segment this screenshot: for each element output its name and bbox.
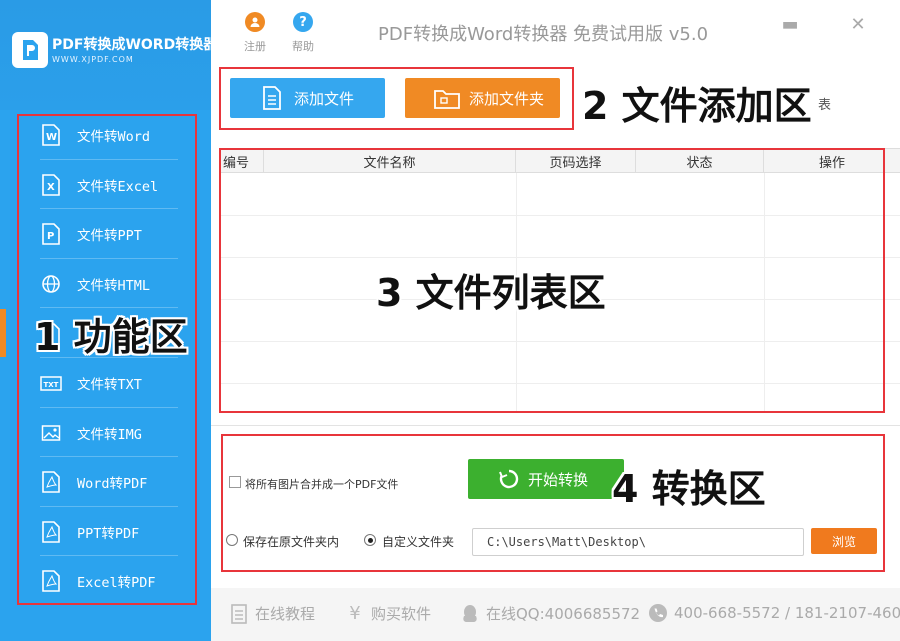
txt-icon: TXT	[40, 372, 62, 394]
sidebar-item-label: 文件转Word	[77, 128, 151, 145]
ppt-doc-icon: P	[40, 222, 62, 245]
app-logo-icon	[12, 32, 48, 68]
svg-text:W: W	[46, 132, 57, 143]
column-divider	[764, 173, 765, 413]
annotation-label-file-add-area: 2 文件添加区	[582, 84, 812, 128]
table-row	[219, 383, 900, 384]
help-button[interactable]: ? 帮助	[283, 12, 323, 56]
sidebar-item-excel-to-pdf[interactable]: Excel转PDF	[0, 556, 211, 605]
start-convert-label: 开始转换	[528, 470, 589, 489]
help-label: 帮助	[292, 40, 314, 53]
table-header: 编号 文件名称 页码选择 状态 操作	[219, 149, 900, 173]
yen-icon: ¥	[349, 603, 361, 624]
register-label: 注册	[244, 40, 266, 53]
add-file-button[interactable]: 添加文件	[230, 78, 385, 118]
sidebar-item-word-to-pdf[interactable]: Word转PDF	[0, 457, 211, 506]
sidebar-item-label: 文件转HTML	[77, 277, 151, 294]
sidebar-item-label: 文件转IMG	[77, 426, 142, 443]
word-doc-icon: W	[40, 123, 62, 146]
merge-images-checkbox[interactable]	[229, 476, 241, 488]
phone-label: 400-668-5572 / 181-2107-4602	[674, 604, 900, 622]
sidebar-item-label: Word转PDF	[77, 475, 148, 492]
sidebar-item-file-to-txt[interactable]: TXT 文件转TXT	[0, 358, 211, 407]
column-header-number: 编号	[219, 149, 264, 173]
buy-software-label: 购买软件	[371, 605, 432, 623]
pdf-doc-icon	[40, 569, 62, 592]
clear-list-link[interactable]: 表	[818, 94, 831, 113]
start-convert-button[interactable]: 开始转换	[468, 459, 624, 499]
user-icon	[245, 12, 265, 32]
column-header-status: 状态	[636, 149, 764, 173]
buy-software-link[interactable]: ¥ 购买软件	[345, 603, 431, 624]
output-path-input[interactable]	[472, 528, 804, 556]
custom-folder-radio[interactable]	[364, 534, 376, 546]
document-list-icon	[229, 603, 249, 624]
add-folder-label: 添加文件夹	[469, 89, 545, 108]
sidebar-item-label: Excel转PDF	[77, 574, 156, 591]
svg-text:P: P	[47, 231, 54, 242]
sidebar-item-ppt-to-pdf[interactable]: PPT转PDF	[0, 507, 211, 556]
sidebar-item-file-to-html[interactable]: 文件转HTML	[0, 259, 211, 308]
help-icon: ?	[293, 12, 313, 32]
save-original-radio[interactable]	[226, 534, 238, 546]
pdf-doc-icon	[40, 520, 62, 543]
table-row	[219, 257, 900, 258]
save-original-label: 保存在原文件夹内	[243, 535, 340, 549]
table-row	[219, 215, 900, 216]
image-icon	[40, 422, 62, 444]
online-tutorial-label: 在线教程	[255, 605, 316, 623]
window-title: PDF转换成Word转换器 免费试用版 v5.0	[378, 24, 709, 45]
column-header-actions: 操作	[818, 155, 845, 171]
browse-button[interactable]: 浏览	[811, 528, 877, 554]
logo-title: PDF转换成WORD转换器	[52, 37, 218, 53]
svg-text:TXT: TXT	[44, 381, 59, 389]
annotation-label-convert-area: 4 转换区	[612, 467, 766, 511]
annotation-label-function-area: 1 功能区	[34, 315, 188, 359]
sidebar-item-label: 文件转TXT	[77, 376, 142, 393]
phone-info: 400-668-5572 / 181-2107-4602	[648, 603, 900, 623]
sidebar-item-label: PPT转PDF	[77, 525, 140, 542]
sidebar-item-label: 文件转PPT	[77, 227, 142, 244]
annotation-label-file-list-area: 3 文件列表区	[376, 271, 606, 315]
logo-area: PDF转换成WORD转换器 WWW.XJPDF.COM	[0, 0, 217, 110]
phone-icon	[648, 603, 668, 623]
online-tutorial-link[interactable]: 在线教程	[229, 603, 315, 624]
sidebar-item-file-to-word[interactable]: W 文件转Word	[0, 110, 211, 159]
refresh-icon	[499, 469, 519, 489]
online-qq-link[interactable]: 在线QQ:4006685572	[460, 603, 640, 624]
column-header-filename: 文件名称	[264, 149, 516, 173]
svg-text:X: X	[47, 182, 55, 193]
add-file-label: 添加文件	[294, 89, 355, 108]
globe-icon	[40, 273, 62, 295]
sidebar-item-file-to-img[interactable]: 文件转IMG	[0, 408, 211, 457]
close-icon[interactable]: ✕	[846, 12, 870, 36]
sidebar-item-file-to-ppt[interactable]: P 文件转PPT	[0, 209, 211, 258]
online-qq-label: 在线QQ:4006685572	[486, 605, 641, 623]
document-icon	[258, 84, 286, 112]
sidebar-item-file-to-excel[interactable]: X 文件转Excel	[0, 160, 211, 209]
pdf-doc-icon	[40, 470, 62, 493]
column-header-page-selection: 页码选择	[516, 149, 636, 173]
logo-url: WWW.XJPDF.COM	[52, 55, 134, 64]
excel-doc-icon: X	[40, 173, 62, 196]
folder-icon	[433, 84, 461, 112]
table-row	[219, 341, 900, 342]
minimize-icon[interactable]: ▬	[778, 12, 802, 36]
merge-images-label: 将所有图片合并成一个PDF文件	[245, 478, 399, 491]
add-folder-button[interactable]: 添加文件夹	[405, 78, 560, 118]
custom-folder-label: 自定义文件夹	[382, 535, 455, 549]
sidebar-item-label: 文件转Excel	[77, 178, 159, 195]
qq-icon	[460, 604, 480, 624]
register-button[interactable]: 注册	[235, 12, 275, 56]
